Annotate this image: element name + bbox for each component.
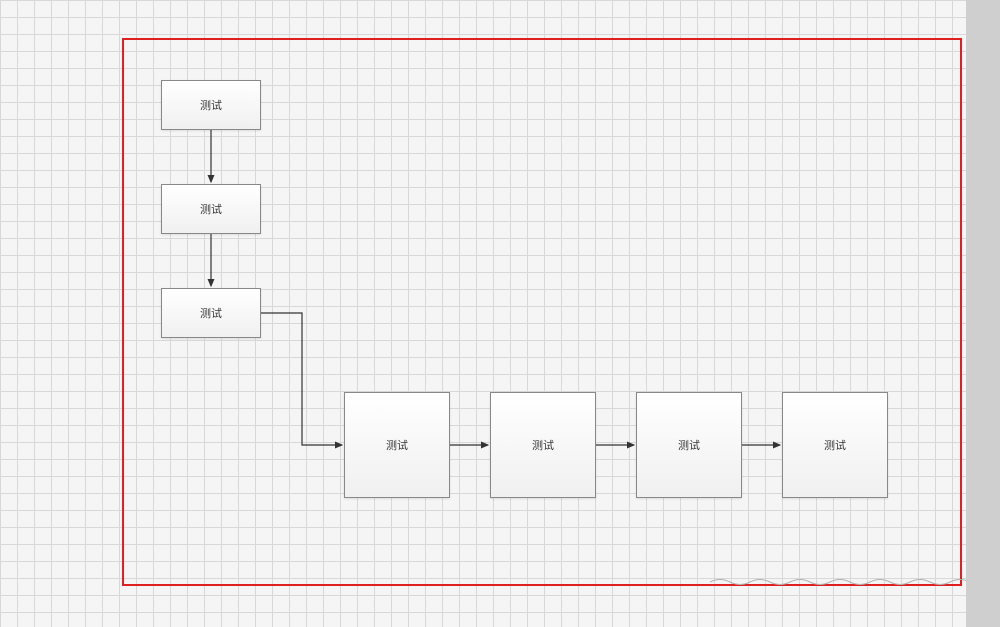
flowchart-node-6[interactable]: 测试	[636, 392, 742, 498]
flowchart-node-7[interactable]: 测试	[782, 392, 888, 498]
node-label: 测试	[678, 437, 700, 453]
flowchart-node-1[interactable]: 测试	[161, 80, 261, 130]
node-label: 测试	[200, 201, 222, 217]
right-panel-strip	[966, 0, 1000, 627]
flowchart-node-3[interactable]: 测试	[161, 288, 261, 338]
flowchart-node-5[interactable]: 测试	[490, 392, 596, 498]
node-label: 测试	[386, 437, 408, 453]
diagram-canvas[interactable]: 测试 测试 测试 测试 测试 测试 测试	[0, 0, 966, 627]
flowchart-node-2[interactable]: 测试	[161, 184, 261, 234]
node-label: 测试	[532, 437, 554, 453]
node-label: 测试	[200, 97, 222, 113]
node-label: 测试	[200, 305, 222, 321]
node-label: 测试	[824, 437, 846, 453]
flowchart-node-4[interactable]: 测试	[344, 392, 450, 498]
